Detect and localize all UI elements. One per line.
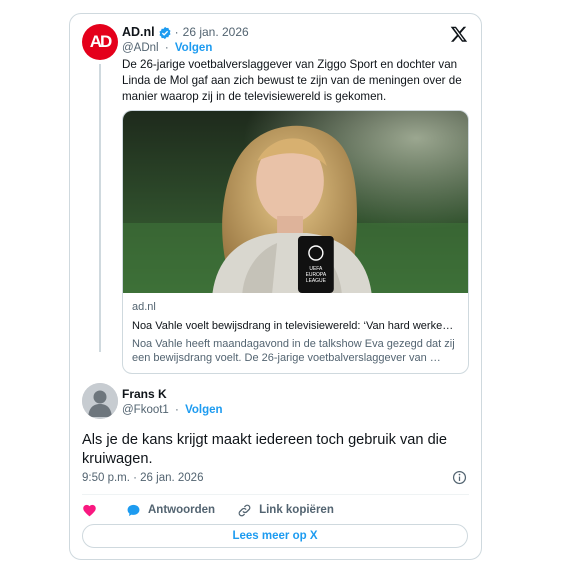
header-separator: · <box>174 25 179 39</box>
read-more-button[interactable]: Lees meer op X <box>82 524 468 548</box>
parent-tweet-text: De 26-jarige voetbalverslaggever van Zig… <box>122 58 462 103</box>
tweet-handle[interactable]: @Fkoot1 <box>122 404 169 416</box>
parent-follow-link[interactable]: Volgen <box>175 42 212 54</box>
tweet-actions: Antwoorden Link kopiëren <box>82 501 356 519</box>
link-preview-body: ad.nl Noa Vahle voelt bewijsdrang in tel… <box>123 293 468 365</box>
divider <box>82 494 469 495</box>
link-preview-card[interactable]: UEFA EUROPA LEAGUE ad.nl Noa Vahle voelt… <box>122 110 469 374</box>
verified-badge-icon <box>159 26 171 39</box>
tweet-follow-link[interactable]: Volgen <box>185 404 222 416</box>
speech-bubble-icon <box>127 504 140 516</box>
tweet-timestamp[interactable]: 9:50 p.m. · 26 jan. 2026 <box>82 472 203 484</box>
parent-handle[interactable]: @ADnl <box>122 42 159 54</box>
parent-author-name[interactable]: AD.nl <box>122 25 155 40</box>
tweet-handle-row: @Fkoot1 · Volgen <box>122 403 223 417</box>
reply-label: Antwoorden <box>148 504 216 516</box>
link-domain: ad.nl <box>132 301 156 313</box>
parent-tweet-date[interactable]: 26 jan. 2026 <box>183 25 249 40</box>
tweet-author-name[interactable]: Frans K <box>122 387 167 402</box>
heart-icon <box>83 504 96 516</box>
copy-link-button[interactable]: Link kopiëren <box>237 503 334 518</box>
embedded-tweet-card: AD AD.nl · 26 jan. 2026 @ADnl · Volgen D… <box>69 13 482 560</box>
link-preview-image: UEFA EUROPA LEAGUE <box>123 111 468 293</box>
info-icon[interactable] <box>452 470 467 485</box>
reply-button[interactable]: Antwoorden <box>126 503 215 518</box>
handle-separator: · <box>164 42 169 54</box>
ad-nl-avatar[interactable]: AD <box>82 24 118 60</box>
mic-flag-line3: LEAGUE <box>306 278 327 284</box>
link-icon <box>238 504 251 516</box>
like-button[interactable] <box>82 503 104 518</box>
avatar-logo-text: AD <box>89 32 113 51</box>
parent-handle-row: @ADnl · Volgen <box>122 41 212 55</box>
copy-link-label: Link kopiëren <box>259 504 334 516</box>
link-description: Noa Vahle heeft maandagavond in de talks… <box>132 338 455 364</box>
x-logo-icon[interactable] <box>450 25 468 43</box>
parent-tweet-header: AD.nl · 26 jan. 2026 <box>122 25 249 40</box>
frans-k-avatar[interactable] <box>82 383 118 419</box>
default-avatar-icon <box>82 383 118 419</box>
handle-separator: · <box>175 404 179 416</box>
tweet-text: Als je de kans krijgt maakt iedereen toc… <box>82 432 448 467</box>
thread-line <box>99 64 101 352</box>
link-title: Noa Vahle voelt bewijsdrang in televisie… <box>132 320 454 332</box>
